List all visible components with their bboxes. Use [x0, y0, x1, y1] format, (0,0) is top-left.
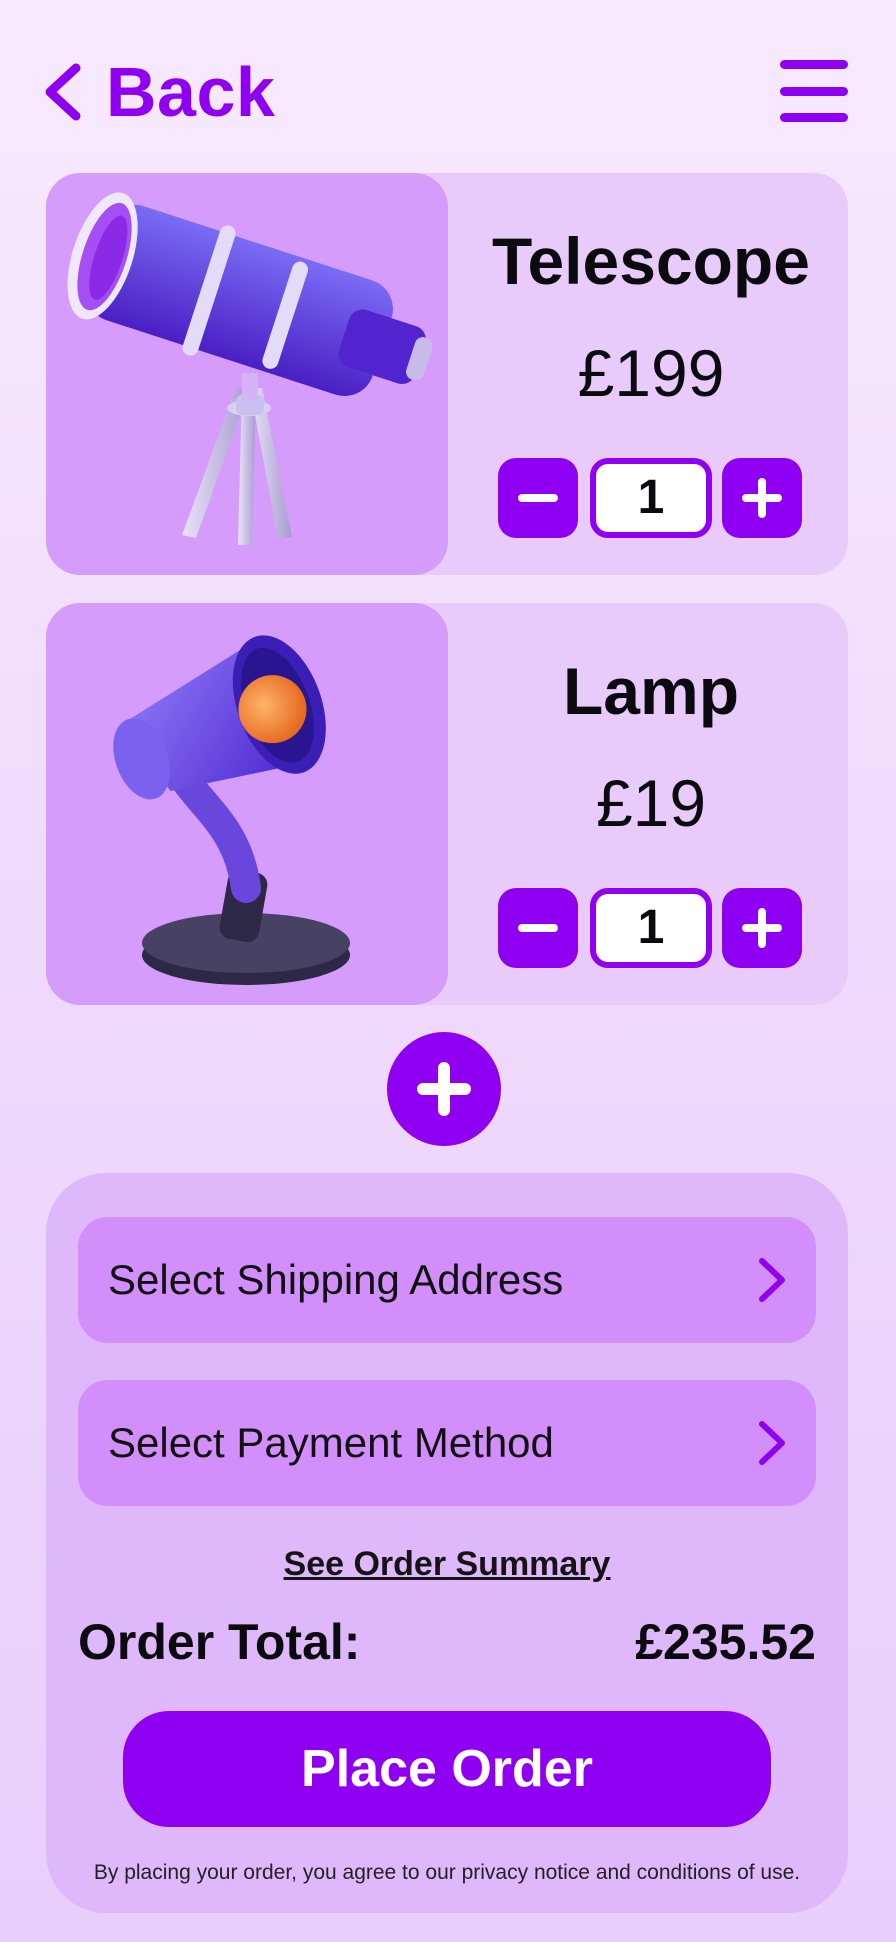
top-bar: Back — [0, 0, 896, 170]
select-shipping-address-button[interactable]: Select Shipping Address — [78, 1217, 816, 1343]
see-order-summary-link[interactable]: See Order Summary — [46, 1545, 848, 1584]
cart-item-lamp: Lamp £19 1 — [46, 603, 848, 1005]
chevron-left-icon — [45, 63, 81, 121]
telescope-icon — [67, 192, 433, 545]
increase-quantity-button[interactable] — [722, 888, 802, 968]
quantity-stepper: 1 — [498, 888, 802, 968]
minus-icon — [518, 494, 558, 502]
desk-lamp-icon — [113, 635, 350, 985]
order-total-value: £235.52 — [635, 1614, 816, 1670]
product-price: £199 — [577, 336, 725, 410]
product-name: Telescope — [492, 224, 810, 298]
order-disclaimer: By placing your order, you agree to our … — [93, 1861, 801, 1884]
back-button[interactable]: Back — [40, 52, 275, 132]
shipping-label: Select Shipping Address — [108, 1256, 564, 1303]
cart-item-telescope: Telescope £199 1 — [46, 173, 848, 575]
increase-quantity-button[interactable] — [722, 458, 802, 538]
chevron-right-icon — [759, 1258, 785, 1302]
add-item-button[interactable] — [387, 1032, 501, 1146]
payment-label: Select Payment Method — [108, 1419, 554, 1466]
product-price: £19 — [595, 766, 707, 840]
product-image — [46, 173, 448, 575]
place-order-button[interactable]: Place Order — [123, 1711, 771, 1827]
back-label: Back — [106, 53, 276, 131]
order-total-label: Order Total: — [78, 1614, 361, 1670]
product-image — [46, 603, 448, 1005]
quantity-field[interactable]: 1 — [590, 888, 712, 968]
hamburger-menu-icon — [780, 60, 848, 69]
select-payment-method-button[interactable]: Select Payment Method — [78, 1380, 816, 1506]
decrease-quantity-button[interactable] — [498, 458, 578, 538]
product-name: Lamp — [562, 654, 740, 728]
chevron-right-icon — [759, 1421, 785, 1465]
checkout-panel: Select Shipping Address Select Payment M… — [46, 1173, 848, 1913]
quantity-field[interactable]: 1 — [590, 458, 712, 538]
minus-icon — [518, 924, 558, 932]
menu-button[interactable] — [780, 60, 848, 122]
decrease-quantity-button[interactable] — [498, 888, 578, 968]
quantity-stepper: 1 — [498, 458, 802, 538]
